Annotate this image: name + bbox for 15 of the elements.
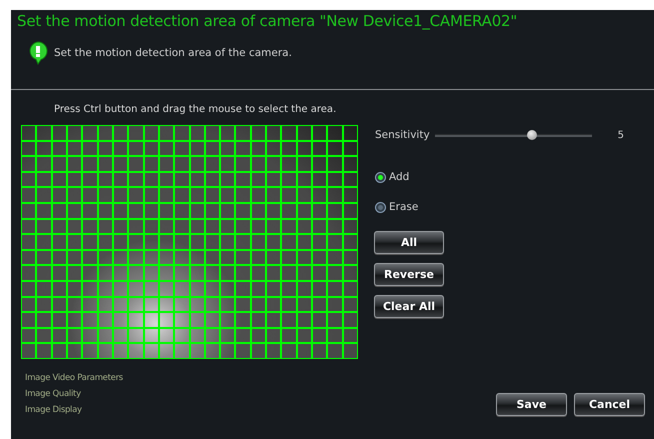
area-button[interactable]: Reverse: [374, 263, 444, 286]
save-button[interactable]: Save: [496, 393, 567, 416]
settings-link[interactable]: Image Display: [25, 405, 123, 415]
sensitivity-label: Sensitivity: [375, 129, 430, 141]
settings-link[interactable]: Image Quality: [25, 389, 123, 399]
area-button[interactable]: All: [374, 231, 444, 254]
radio-label[interactable]: Erase: [389, 201, 418, 213]
radio-label[interactable]: Add: [389, 171, 410, 183]
sensitivity-value: 5: [618, 130, 624, 140]
hint-text: Set the motion detection area of the camera.: [54, 47, 292, 59]
instruction-text: Press Ctrl button and drag the mouse to select the area.: [54, 104, 338, 115]
area-button[interactable]: Clear All: [374, 295, 444, 318]
dialog-title: Set the motion detection area of camera "New Device1_CAMERA02": [16, 11, 518, 30]
cancel-button[interactable]: Cancel: [574, 393, 645, 416]
settings-link[interactable]: Image Video Parameters: [25, 373, 123, 383]
